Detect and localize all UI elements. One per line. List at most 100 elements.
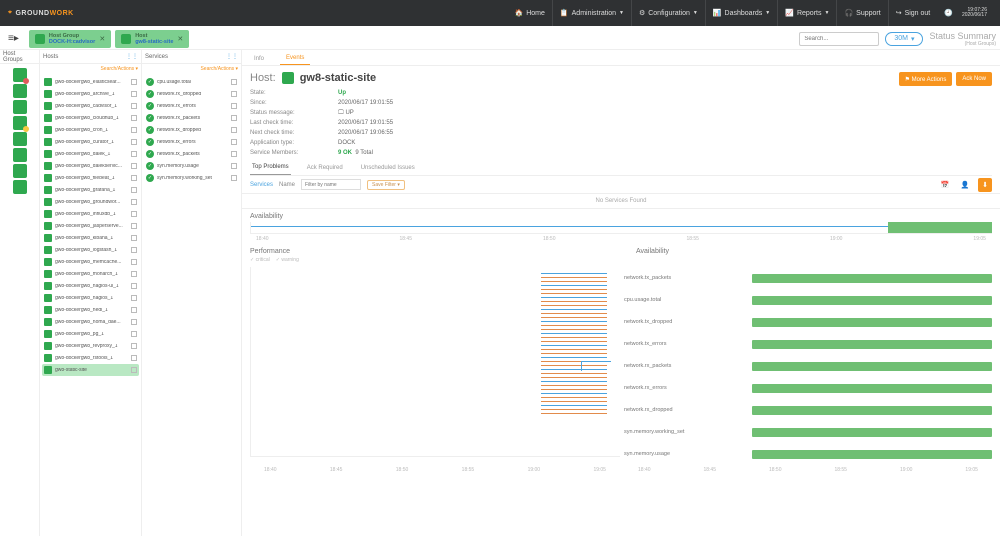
checkbox[interactable] [131,151,137,157]
service-item[interactable]: ✓cpu.usage.total [144,76,239,88]
checkbox[interactable] [131,163,137,169]
service-item[interactable]: ✓network.tx_dropped [144,124,239,136]
download-icon[interactable]: ⬇ [978,178,992,192]
checkbox[interactable] [231,79,237,85]
context-tab[interactable]: Hostgw8-static-site✕ [115,30,189,48]
host-item[interactable]: gw8-dockergw8_nedi_1 [42,304,139,316]
checkbox[interactable] [231,151,237,157]
hostgroup-item[interactable] [13,116,27,130]
checkbox[interactable] [131,115,137,121]
close-icon[interactable]: ✕ [99,35,105,43]
checkbox[interactable] [131,199,137,205]
checkbox[interactable] [131,127,137,133]
host-item[interactable]: gw8-dockergw8_dalekservic... [42,160,139,172]
problem-tab[interactable]: Ack Required [305,161,345,175]
host-item[interactable]: gw8-dockergw8_cron_1 [42,124,139,136]
host-item[interactable]: gw8-dockergw8_nagios-ui_1 [42,280,139,292]
hostgroup-item[interactable] [13,164,27,178]
nav-support[interactable]: 🎧Support [836,0,887,26]
host-item[interactable]: gw8-dockergw8_cloudhub_1 [42,112,139,124]
menu-toggle-icon[interactable]: ≡▸ [4,33,23,44]
service-item[interactable]: ✓syn.memory.usage [144,160,239,172]
host-item[interactable]: gw8-dockergw8_memcache... [42,256,139,268]
close-icon[interactable]: ✕ [177,35,183,43]
host-item[interactable]: gw8-dockergw8_groundwor... [42,196,139,208]
checkbox[interactable] [231,139,237,145]
hostgroup-item[interactable] [13,84,27,98]
checkbox[interactable] [131,247,137,253]
checkbox[interactable] [231,127,237,133]
checkbox[interactable] [131,103,137,109]
checkbox[interactable] [131,283,137,289]
checkbox[interactable] [131,211,137,217]
host-item[interactable]: gw8-dockergw8_nagios_1 [42,292,139,304]
service-item[interactable]: ✓network.tx_packets [144,148,239,160]
host-item[interactable]: gw8-dockergw8_pg_1 [42,328,139,340]
checkbox[interactable] [131,139,137,145]
host-item[interactable]: gw8-dockergw8_rstools_1 [42,352,139,364]
global-search-input[interactable] [799,32,879,46]
nav-configuration[interactable]: ⚙Configuration▼ [631,0,705,26]
save-filter-button[interactable]: Save Filter ▾ [367,180,405,190]
checkbox[interactable] [131,319,137,325]
checkbox[interactable] [131,343,137,349]
service-item[interactable]: ✓network.tx_errors [144,136,239,148]
service-item[interactable]: ✓network.rx_dropped [144,88,239,100]
hostgroup-item[interactable] [13,100,27,114]
checkbox[interactable] [231,163,237,169]
user-icon[interactable]: 👤 [958,178,972,192]
nav-reports[interactable]: 📈Reports▼ [777,0,836,26]
hostgroup-item[interactable] [13,132,27,146]
host-item[interactable]: gw8-dockergw8_dalek_1 [42,148,139,160]
host-item[interactable]: gw8-dockergw8_logstash_1 [42,244,139,256]
host-item[interactable]: gw8-dockergw8_curator_1 [42,136,139,148]
checkbox[interactable] [231,175,237,181]
host-item[interactable]: gw8-dockergw8_revproxy_1 [42,340,139,352]
hosts-actions[interactable]: Search/Actions ▾ [100,66,138,72]
host-item[interactable]: gw8-dockergw8_elasticsear... [42,76,139,88]
checkbox[interactable] [131,259,137,265]
nav-administration[interactable]: 📋Administration▼ [552,0,631,26]
host-item[interactable]: gw8-dockergw8_jasperserve... [42,220,139,232]
checkbox[interactable] [131,307,137,313]
host-item[interactable]: gw8-dockergw8_cadvisor_1 [42,100,139,112]
host-item[interactable]: gw8-dockergw8_monarch_1 [42,268,139,280]
service-item[interactable]: ✓network.rx_errors [144,100,239,112]
host-item[interactable]: gw8-dockergw8_archive_1 [42,88,139,100]
problem-tab[interactable]: Unscheduled Issues [359,161,417,175]
filter-name-input[interactable] [301,179,361,190]
checkbox[interactable] [131,223,137,229]
checkbox[interactable] [131,187,137,193]
host-item[interactable]: gw8-static-site [42,364,139,376]
hostgroup-item[interactable] [13,180,27,194]
host-item[interactable]: gw8-dockergw8_grafana_1 [42,184,139,196]
nav-sign-out[interactable]: ↪Sign out [888,0,938,26]
nav-dashboards[interactable]: 📊Dashboards▼ [705,0,777,26]
filter-services-label[interactable]: Services [250,182,273,188]
host-item[interactable]: gw8-dockergw8_noma_dae... [42,316,139,328]
hostgroup-item[interactable] [13,148,27,162]
host-item[interactable]: gw8-dockergw8_kibana_1 [42,232,139,244]
more-actions-button[interactable]: ⚑ More Actions [899,72,953,86]
calendar-icon[interactable]: 📅 [938,178,952,192]
host-item[interactable]: gw8-dockergw8_filebeat_1 [42,172,139,184]
checkbox[interactable] [131,175,137,181]
checkbox[interactable] [231,115,237,121]
checkbox[interactable] [231,103,237,109]
services-actions[interactable]: Search/Actions ▾ [200,66,238,72]
problem-tab[interactable]: Top Problems [250,160,291,175]
service-item[interactable]: ✓network.rx_packets [144,112,239,124]
checkbox[interactable] [131,79,137,85]
time-range-pill[interactable]: 30M▾ [885,32,923,46]
hostgroup-item[interactable] [13,68,27,82]
checkbox[interactable] [131,355,137,361]
checkbox[interactable] [131,91,137,97]
checkbox[interactable] [131,235,137,241]
checkbox[interactable] [131,295,137,301]
checkbox[interactable] [131,271,137,277]
tab-events[interactable]: Events [280,52,310,65]
checkbox[interactable] [131,367,137,373]
tab-info[interactable]: Info [248,53,270,65]
host-item[interactable]: gw8-dockergw8_influxdb_1 [42,208,139,220]
context-tab[interactable]: Host GroupDOCK-H:cadvisor✕ [29,30,111,48]
